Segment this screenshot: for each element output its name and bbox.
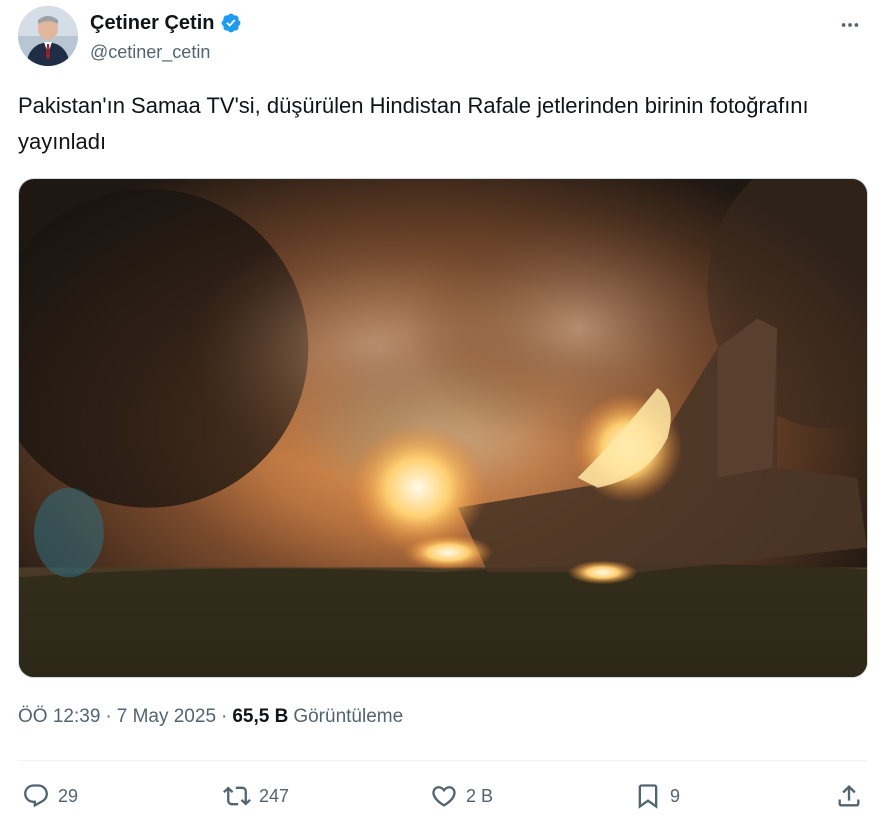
repost-icon: [223, 786, 251, 806]
bookmark-count: 9: [669, 785, 680, 806]
share-button[interactable]: [835, 782, 863, 810]
tweet-meta: ÖÖ 12:39 · 7 May 2025 · 65,5 B Görüntüle…: [18, 706, 403, 728]
avatar[interactable]: [18, 6, 78, 66]
author-handle[interactable]: @cetiner_cetin: [90, 42, 242, 63]
author-info: Çetiner Çetin @cetiner_cetin: [90, 10, 242, 63]
share-icon: [838, 785, 860, 807]
repost-button[interactable]: 247: [223, 782, 289, 810]
burning-jet-photo: [19, 179, 867, 677]
tweet-header: Çetiner Çetin @cetiner_cetin: [18, 6, 867, 68]
tweet-time[interactable]: ÖÖ 12:39: [18, 706, 100, 728]
avatar-image: [18, 6, 78, 66]
tweet-photo[interactable]: [18, 178, 868, 678]
repost-count: 247: [258, 785, 290, 806]
reply-count: 29: [58, 785, 79, 806]
bookmark-button[interactable]: 9: [634, 782, 694, 810]
display-name[interactable]: Çetiner Çetin: [90, 12, 214, 35]
tweet-text: Pakistan'ın Samaa TV'si, düşürülen Hindi…: [18, 93, 809, 154]
views-label: Görüntüleme: [293, 706, 404, 727]
meta-separator: ·: [221, 706, 228, 727]
action-bar: 29 247 2 B 9: [22, 776, 863, 816]
verified-badge-icon: [220, 12, 242, 34]
like-button[interactable]: 2 B: [430, 782, 493, 810]
heart-icon: [432, 786, 456, 807]
meta-separator: ·: [105, 706, 112, 727]
reply-icon: [24, 784, 48, 808]
reply-button[interactable]: 29: [22, 782, 82, 810]
divider: [18, 760, 867, 761]
tweet-date[interactable]: 7 May 2025: [117, 706, 216, 728]
like-count: 2 B: [465, 785, 494, 806]
views-count: 65,5 B: [232, 706, 289, 727]
bookmark-icon: [638, 784, 658, 809]
more-icon[interactable]: [835, 10, 865, 40]
